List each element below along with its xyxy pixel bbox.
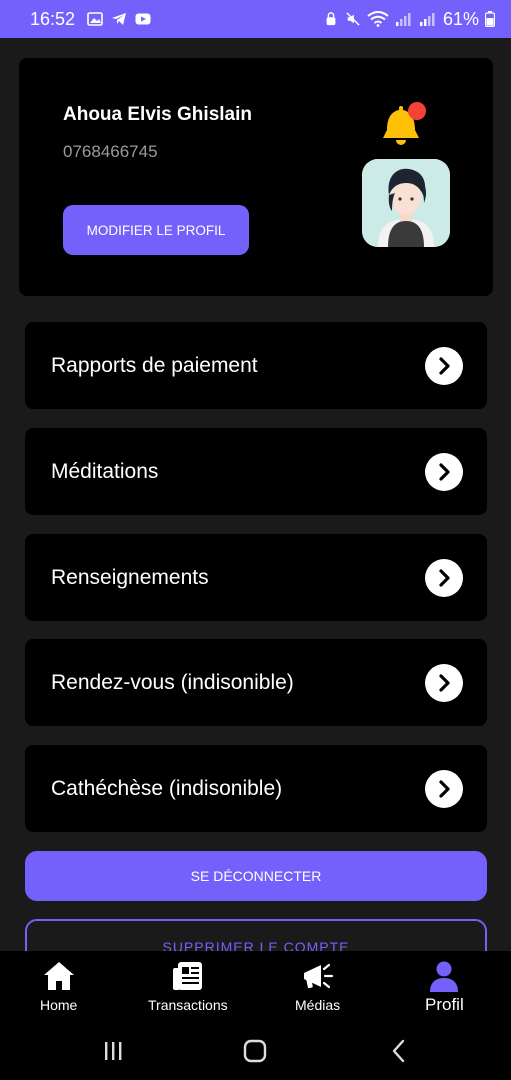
profile-phone: 0768466745 (63, 142, 158, 161)
chevron-right-icon (425, 558, 463, 597)
user-icon (430, 961, 459, 992)
home-icon (43, 962, 74, 990)
profile-card: Ahoua Elvis Ghislain 0768466745 MODIFIER… (19, 58, 493, 296)
telegram-icon (112, 13, 127, 25)
menu-item-label: Rapports de paiement (51, 353, 258, 377)
recent-apps-icon[interactable] (102, 1040, 124, 1062)
gallery-icon (87, 12, 103, 26)
menu-item-information[interactable]: Renseignements (25, 534, 487, 621)
chevron-right-icon (425, 452, 463, 491)
newspaper-icon (172, 962, 202, 990)
notification-bell-icon[interactable] (379, 100, 431, 152)
youtube-icon (135, 13, 151, 25)
nav-media[interactable]: Médias (295, 959, 340, 1013)
logout-button[interactable]: SE DÉCONNECTER (25, 851, 487, 901)
nav-home[interactable]: Home (40, 959, 77, 1013)
menu-item-label: Cathéchèse (indisonible) (51, 776, 283, 800)
system-nav-bar (0, 1030, 511, 1074)
chevron-right-icon (425, 346, 463, 385)
profile-name: Ahoua Elvis Ghislain (63, 104, 252, 125)
menu-item-payment-reports[interactable]: Rapports de paiement (25, 322, 487, 409)
nav-label: Transactions (148, 997, 228, 1013)
menu-item-label: Rendez-vous (indisonible) (51, 670, 294, 694)
status-time: 16:52 (30, 8, 76, 29)
menu-item-appointments[interactable]: Rendez-vous (indisonible) (25, 639, 487, 726)
back-icon[interactable] (388, 1039, 410, 1063)
mute-icon (346, 12, 360, 26)
signal-icon (419, 13, 435, 26)
battery-icon (485, 11, 495, 27)
chevron-right-icon (425, 769, 463, 808)
lock-icon (326, 12, 336, 26)
nav-transactions[interactable]: Transactions (148, 959, 228, 1013)
wifi-icon (367, 11, 389, 27)
status-bar: 16:52 61% (0, 0, 511, 38)
notification-dot (408, 102, 426, 120)
nav-label: Home (40, 997, 78, 1013)
nav-profile[interactable]: Profil (425, 959, 464, 1015)
edit-profile-button[interactable]: MODIFIER LE PROFIL (63, 205, 249, 255)
chevron-right-icon (425, 663, 463, 702)
battery-level: 61% (442, 8, 479, 29)
menu-item-catechesis[interactable]: Cathéchèse (indisonible) (25, 745, 487, 832)
menu-item-meditations[interactable]: Méditations (25, 428, 487, 515)
megaphone-icon (303, 963, 333, 989)
menu-item-label: Renseignements (51, 565, 209, 589)
avatar-image (362, 159, 450, 247)
menu-item-label: Méditations (51, 459, 159, 483)
nav-label: Profil (425, 995, 464, 1014)
signal-icon (395, 13, 411, 26)
nav-label: Médias (295, 997, 341, 1013)
avatar[interactable] (362, 159, 450, 247)
home-button-icon[interactable] (243, 1039, 267, 1063)
